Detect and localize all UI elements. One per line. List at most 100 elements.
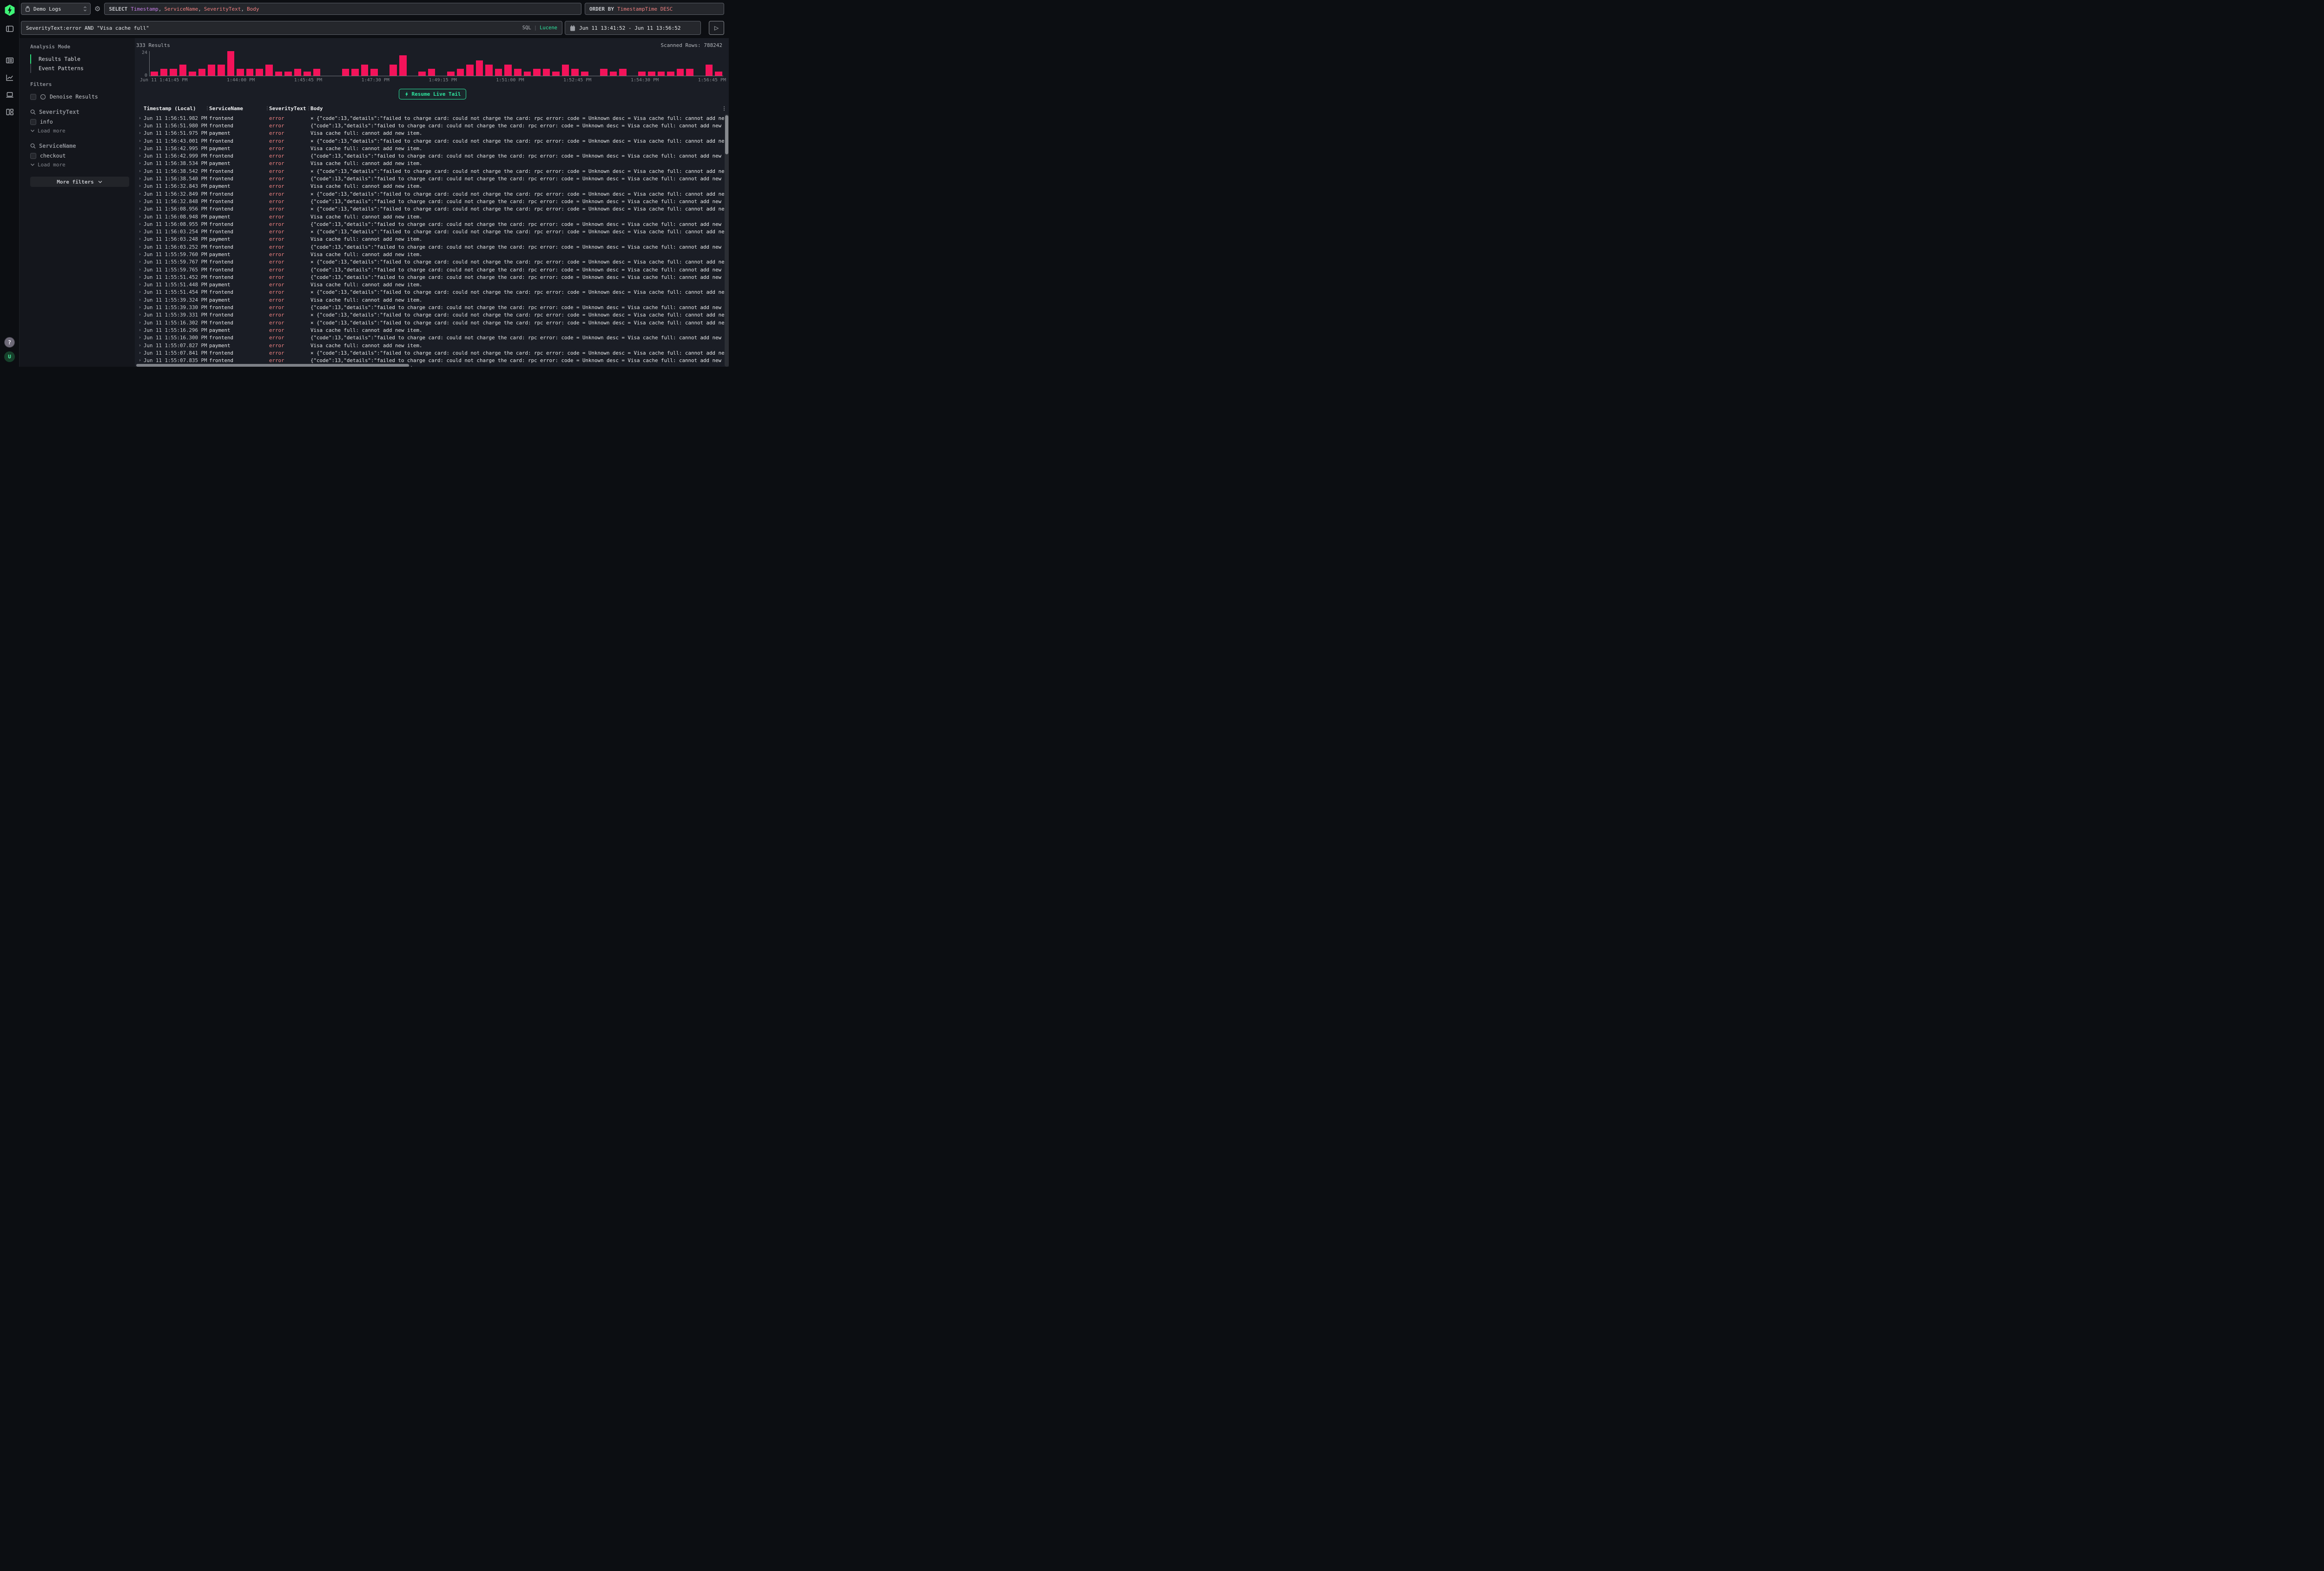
expand-row-icon[interactable]: › bbox=[136, 328, 144, 333]
load-more-servicename[interactable]: Load more bbox=[30, 160, 129, 169]
expand-row-icon[interactable]: › bbox=[136, 176, 144, 181]
expand-row-icon[interactable]: › bbox=[136, 282, 144, 287]
table-row[interactable]: › Jun 11 1:55:07.835 PM frontend error {… bbox=[136, 357, 724, 364]
expand-row-icon[interactable]: › bbox=[136, 237, 144, 242]
table-row[interactable]: › Jun 11 1:56:51.975 PM payment error Vi… bbox=[136, 130, 724, 137]
select-columns-input[interactable]: SELECT Timestamp, ServiceName, SeverityT… bbox=[104, 3, 581, 15]
expand-row-icon[interactable]: › bbox=[136, 229, 144, 234]
histogram-bar[interactable] bbox=[189, 72, 196, 76]
order-by-input[interactable]: ORDER BY TimestampTime DESC bbox=[585, 3, 724, 15]
expand-row-icon[interactable]: › bbox=[136, 290, 144, 295]
histogram-bar[interactable] bbox=[208, 65, 215, 76]
run-query-button[interactable]: ▷ bbox=[709, 21, 724, 35]
expand-row-icon[interactable]: › bbox=[136, 191, 144, 197]
col-header-severitytext[interactable]: SeverityText bbox=[269, 106, 306, 112]
expand-row-icon[interactable]: › bbox=[136, 312, 144, 317]
histogram-bar[interactable] bbox=[514, 69, 522, 76]
source-select[interactable]: Demo Logs bbox=[21, 3, 91, 15]
histogram-bar[interactable] bbox=[370, 69, 378, 76]
expand-row-icon[interactable]: › bbox=[136, 146, 144, 151]
table-row[interactable]: › Jun 11 1:56:42.995 PM payment error Vi… bbox=[136, 145, 724, 152]
vertical-scrollbar-thumb[interactable] bbox=[725, 115, 728, 154]
histogram-bar[interactable] bbox=[313, 69, 321, 76]
histogram-bar[interactable] bbox=[399, 55, 407, 76]
col-header-body[interactable]: Body bbox=[310, 106, 720, 112]
table-row[interactable]: › Jun 11 1:55:39.330 PM frontend error {… bbox=[136, 304, 724, 311]
table-row[interactable]: › Jun 11 1:55:16.296 PM payment error Vi… bbox=[136, 326, 724, 334]
table-row[interactable]: › Jun 11 1:56:08.955 PM frontend error {… bbox=[136, 220, 724, 228]
expand-row-icon[interactable]: › bbox=[136, 169, 144, 174]
lucene-mode-toggle[interactable]: Lucene bbox=[540, 25, 557, 31]
expand-row-icon[interactable]: › bbox=[136, 123, 144, 128]
histogram-bar[interactable] bbox=[246, 69, 254, 76]
expand-row-icon[interactable]: › bbox=[136, 267, 144, 272]
table-row[interactable]: › Jun 11 1:55:07.841 PM frontend error ×… bbox=[136, 349, 724, 356]
histogram-bar[interactable] bbox=[284, 72, 292, 76]
facet-severitytext-header[interactable]: SeverityText bbox=[30, 109, 129, 115]
histogram-bar[interactable] bbox=[504, 65, 512, 76]
expand-row-icon[interactable]: › bbox=[136, 214, 144, 219]
histogram-bar[interactable] bbox=[342, 69, 350, 76]
histogram-bar[interactable] bbox=[294, 69, 302, 76]
histogram-bar[interactable] bbox=[418, 72, 426, 76]
expand-row-icon[interactable]: › bbox=[136, 259, 144, 264]
user-avatar[interactable]: U bbox=[4, 351, 15, 362]
table-row[interactable]: › Jun 11 1:55:59.765 PM frontend error {… bbox=[136, 266, 724, 273]
histogram-bar[interactable] bbox=[524, 72, 531, 76]
histogram-bar[interactable] bbox=[428, 69, 436, 76]
table-row[interactable]: › Jun 11 1:55:59.760 PM payment error Vi… bbox=[136, 251, 724, 258]
histogram-bar[interactable] bbox=[658, 72, 665, 76]
expand-row-icon[interactable]: › bbox=[136, 358, 144, 363]
expand-row-icon[interactable]: › bbox=[136, 244, 144, 250]
histogram-bar[interactable] bbox=[218, 65, 225, 76]
histogram-bar[interactable] bbox=[715, 72, 722, 76]
table-row[interactable]: › Jun 11 1:56:08.948 PM payment error Vi… bbox=[136, 213, 724, 220]
expand-row-icon[interactable]: › bbox=[136, 252, 144, 257]
histogram-bar[interactable] bbox=[600, 69, 607, 76]
expand-row-icon[interactable]: › bbox=[136, 222, 144, 227]
sql-mode-toggle[interactable]: SQL bbox=[522, 25, 531, 31]
histogram-bar[interactable] bbox=[237, 69, 244, 76]
expand-row-icon[interactable]: › bbox=[136, 335, 144, 340]
histogram-bar[interactable] bbox=[571, 69, 579, 76]
histogram-bar[interactable] bbox=[466, 65, 474, 76]
table-row[interactable]: › Jun 11 1:56:32.849 PM frontend error ×… bbox=[136, 190, 724, 198]
expand-row-icon[interactable]: › bbox=[136, 350, 144, 356]
table-row[interactable]: › Jun 11 1:56:03.252 PM frontend error {… bbox=[136, 243, 724, 251]
table-row[interactable]: › Jun 11 1:55:07.827 PM payment error Vi… bbox=[136, 342, 724, 349]
histogram-bar[interactable] bbox=[638, 72, 646, 76]
expand-row-icon[interactable]: › bbox=[136, 199, 144, 204]
histogram-bar[interactable] bbox=[543, 69, 550, 76]
denoise-results-checkbox[interactable]: Denoise Results bbox=[30, 92, 129, 101]
expand-row-icon[interactable]: › bbox=[136, 153, 144, 158]
histogram-bar[interactable] bbox=[275, 72, 283, 76]
table-row[interactable]: › Jun 11 1:56:03.254 PM frontend error ×… bbox=[136, 228, 724, 235]
checkbox-icon[interactable] bbox=[30, 153, 36, 159]
histogram-bar[interactable] bbox=[686, 69, 693, 76]
histogram-bar[interactable] bbox=[677, 69, 684, 76]
expand-row-icon[interactable]: › bbox=[136, 320, 144, 325]
expand-row-icon[interactable]: › bbox=[136, 275, 144, 280]
histogram-bar[interactable] bbox=[648, 72, 655, 76]
collapse-sidebar-icon[interactable] bbox=[4, 23, 16, 35]
expand-row-icon[interactable]: › bbox=[136, 206, 144, 211]
histogram-bar[interactable] bbox=[667, 72, 674, 76]
horizontal-scrollbar-thumb[interactable] bbox=[136, 364, 409, 367]
search-query-input[interactable]: SeverityText:error AND "Visa cache full"… bbox=[21, 21, 562, 35]
histogram-bar[interactable] bbox=[151, 72, 158, 76]
dashboards-icon[interactable] bbox=[4, 106, 16, 118]
table-row[interactable]: › Jun 11 1:55:51.448 PM payment error Vi… bbox=[136, 281, 724, 289]
histogram-bar[interactable] bbox=[304, 72, 311, 76]
table-row[interactable]: › Jun 11 1:55:39.324 PM payment error Vi… bbox=[136, 296, 724, 304]
histogram-bar[interactable] bbox=[351, 69, 359, 76]
expand-row-icon[interactable]: › bbox=[136, 131, 144, 136]
expand-row-icon[interactable]: › bbox=[136, 139, 144, 144]
table-row[interactable]: › Jun 11 1:56:32.848 PM frontend error {… bbox=[136, 198, 724, 205]
table-row[interactable]: › Jun 11 1:56:38.540 PM frontend error {… bbox=[136, 175, 724, 182]
col-resize-handle-icon[interactable]: ⋮ bbox=[265, 106, 269, 111]
filter-severity-info[interactable]: info bbox=[30, 117, 129, 126]
histogram-bar[interactable] bbox=[179, 65, 187, 76]
analysis-mode-event-patterns[interactable]: Event Patterns bbox=[30, 64, 129, 73]
chart-explorer-icon[interactable] bbox=[4, 72, 16, 84]
load-more-severitytext[interactable]: Load more bbox=[30, 126, 129, 135]
